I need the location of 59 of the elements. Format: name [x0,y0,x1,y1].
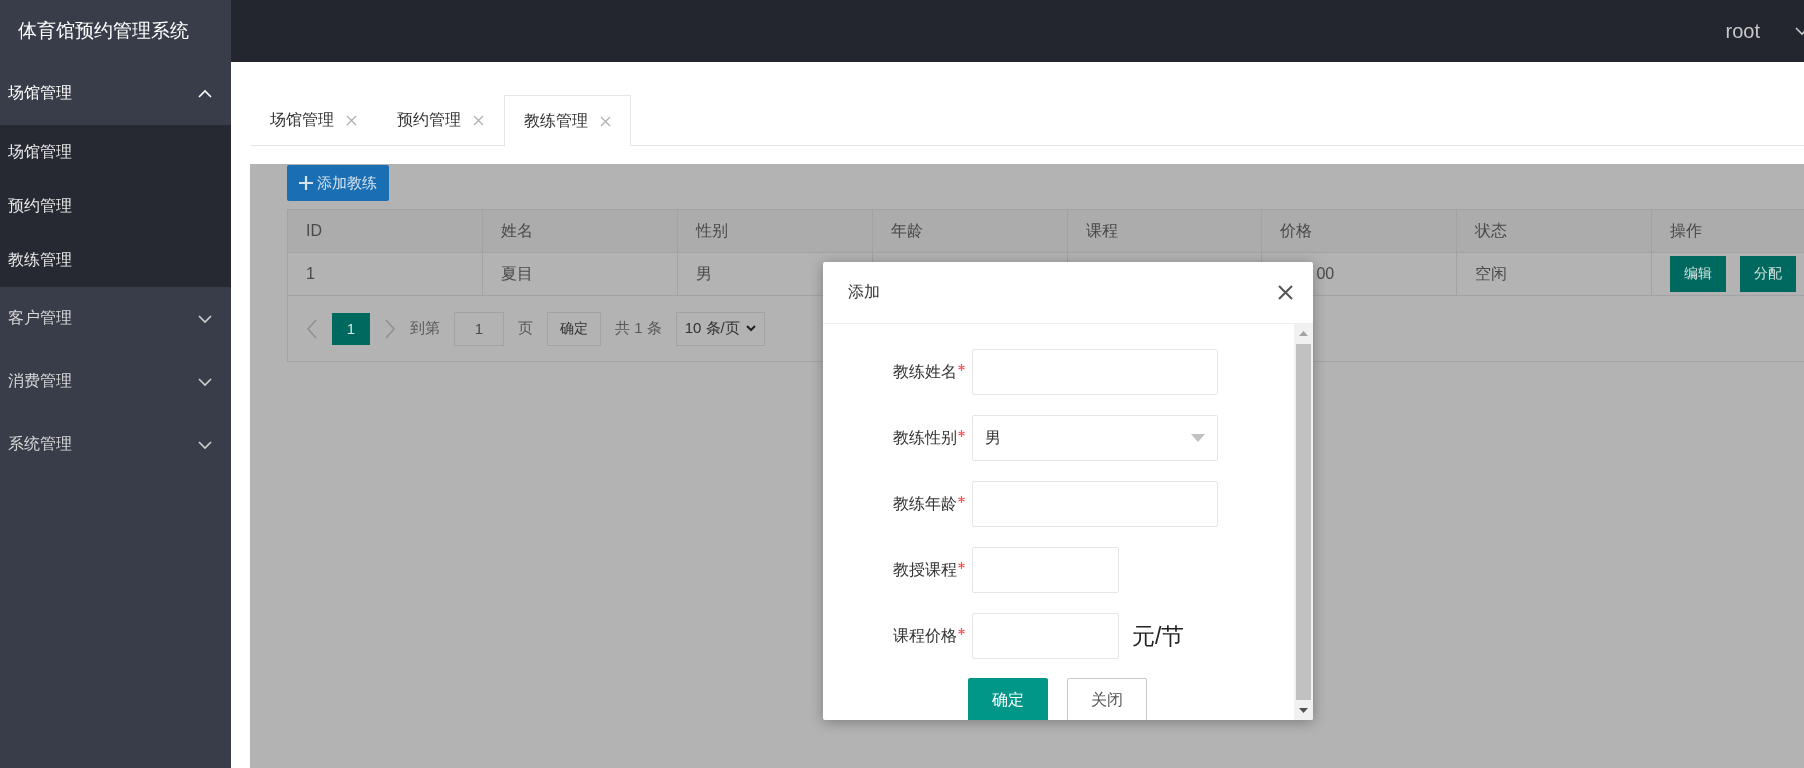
input-field[interactable] [972,349,1218,395]
goto-label: 到第 [410,319,440,338]
chevron-up-icon [197,87,213,100]
goto-button[interactable]: 确定 [547,311,601,346]
previous-page-icon[interactable] [306,318,318,339]
table-cell: 1 [306,265,315,282]
gender-select[interactable]: 男 [972,415,1218,461]
column-header: 性别 [677,209,873,253]
table-cell: 空闲 [1475,264,1508,282]
tab[interactable]: 预约管理 [377,95,504,145]
user-menu[interactable]: root [1725,19,1760,43]
menu-item[interactable]: 教练管理 [0,233,231,287]
plus-icon [299,176,313,190]
confirm-button[interactable]: 确定 [968,678,1048,720]
caret-icon [745,325,756,332]
assign-button[interactable]: 分配 [1740,256,1797,292]
chevron-down-icon [197,375,213,388]
field-label: 课程价格 [893,626,957,646]
scrollbar[interactable] [1294,324,1313,720]
column-header: 年龄 [872,209,1067,253]
close-icon[interactable] [1278,285,1293,300]
menu-item[interactable]: 预约管理 [0,179,231,233]
field-label: 教练性别 [893,428,957,448]
menu-item[interactable]: 场馆管理 [0,125,231,179]
menu-group[interactable]: 消费管理 [0,350,231,413]
chevron-down-icon [197,312,213,325]
next-page-icon[interactable] [384,318,396,339]
input-field[interactable] [972,547,1119,593]
tab[interactable]: 教练管理 [504,95,631,146]
table-cell: 夏目 [500,264,533,282]
field-label: 教练年龄 [893,494,957,514]
column-header: 状态 [1456,209,1652,253]
page-size-select[interactable]: 10 条/页 [675,311,765,346]
dialog-title: 添加 [848,282,880,302]
page-unit: 页 [518,319,533,338]
field-label: 教授课程 [893,560,957,580]
menu-group[interactable]: 客户管理 [0,287,231,350]
unit-label: 元/节 [1132,621,1185,651]
page-input[interactable]: 1 [454,311,504,346]
tab[interactable]: 场馆管理 [250,95,377,145]
caret-icon [1191,434,1205,442]
input-field[interactable] [972,613,1119,659]
table-cell: 00 [1316,265,1335,282]
close-button[interactable]: 关闭 [1067,678,1147,720]
total-count: 共 1 条 [615,319,662,338]
page-number[interactable]: 1 [332,312,370,345]
column-header: 价格 [1261,209,1457,253]
chevron-down-icon [197,438,213,451]
column-header: 操作 [1651,209,1804,253]
edit-button[interactable]: 编辑 [1670,256,1727,292]
input-field[interactable] [972,481,1218,527]
app-title: 体育馆预约管理系统 [17,19,190,43]
menu-group[interactable]: 系统管理 [0,413,231,476]
column-header: 课程 [1067,209,1262,253]
column-header: ID [287,209,483,253]
add-coach-button[interactable]: 添加教练 [287,165,389,201]
table-cell: 男 [695,264,712,282]
field-label: 教练姓名 [893,362,957,382]
column-header: 姓名 [482,209,678,253]
